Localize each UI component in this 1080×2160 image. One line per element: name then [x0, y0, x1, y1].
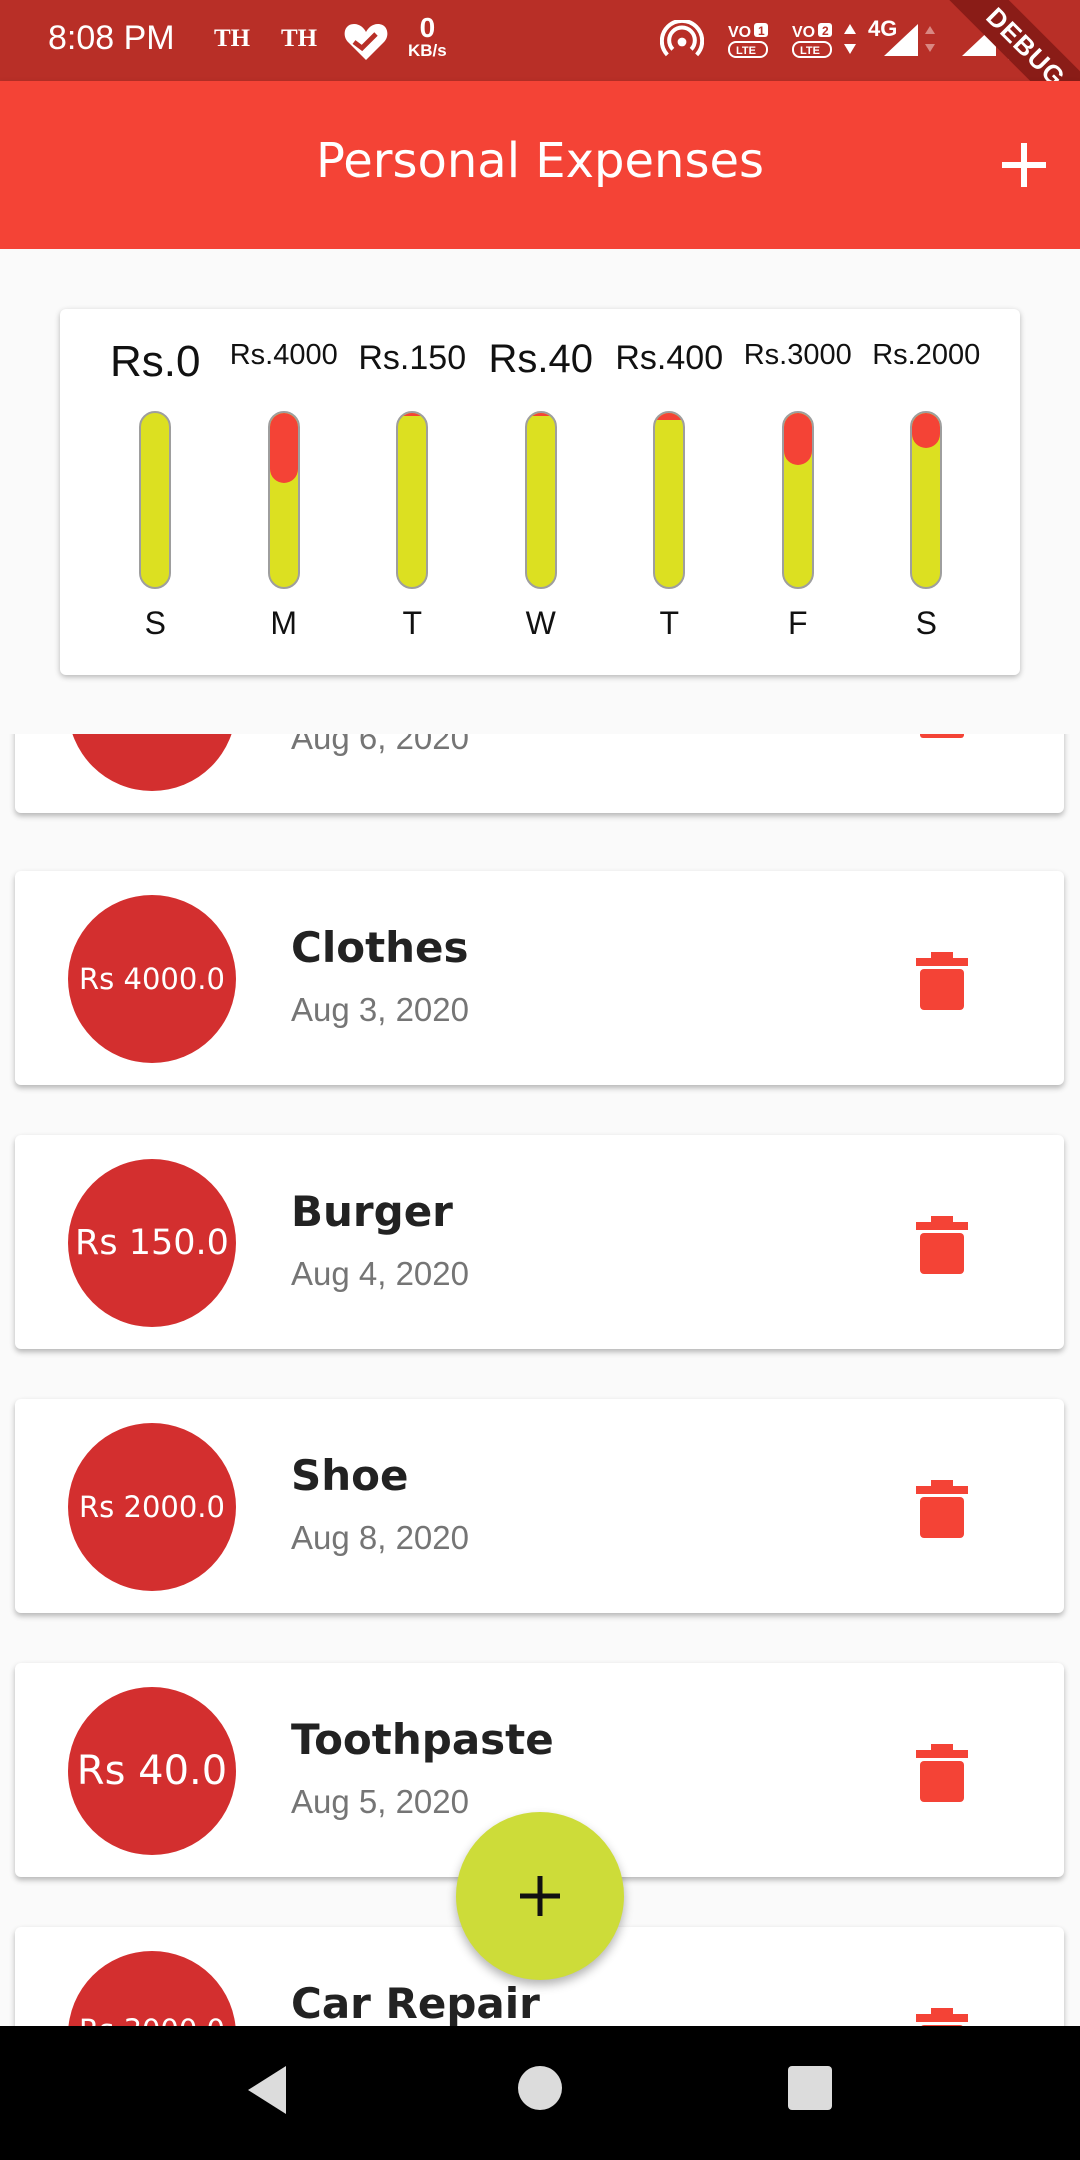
- chart-day-label: W: [525, 605, 556, 641]
- transaction-date: Aug 8, 2020: [291, 1519, 469, 1556]
- amount-avatar: [68, 734, 236, 791]
- chart-bar-track: [910, 411, 943, 589]
- svg-text:LTE: LTE: [800, 45, 820, 57]
- transaction-title: Toothpaste: [291, 1715, 554, 1764]
- volte-1-icon: VO 1 LTE: [728, 23, 768, 58]
- transaction-date: Aug 4, 2020: [291, 1255, 469, 1292]
- chart-bar-track: [653, 411, 686, 589]
- delete-icon[interactable]: [914, 1216, 970, 1274]
- amount-avatar: Rs 4000.0: [68, 895, 236, 1063]
- svg-text:2: 2: [822, 24, 829, 38]
- chart-day-label: F: [787, 605, 808, 641]
- chart-day-label: S: [915, 605, 937, 641]
- amount-avatar: Rs 150.0: [68, 1159, 236, 1327]
- volte-2-icon: VO 2 LTE: [792, 23, 832, 58]
- app-title: Personal Expenses: [315, 133, 764, 189]
- transaction-card: Rs 150.0 Burger Aug 4, 2020: [15, 1135, 1064, 1349]
- transaction-date: Aug 6, 2020: [291, 734, 469, 756]
- chart-bar-fill: [269, 413, 298, 483]
- carrier-label-2: TH: [281, 25, 318, 52]
- chart-day-label: T: [402, 605, 423, 641]
- transaction-title: Shoe: [291, 1451, 409, 1500]
- svg-text:LTE: LTE: [736, 45, 756, 57]
- heart-icon: [344, 24, 388, 60]
- chart-bar-track: [524, 411, 557, 589]
- delete-icon[interactable]: [914, 734, 970, 738]
- chart-bar-track: [396, 411, 429, 589]
- chart-day-label: T: [659, 605, 680, 641]
- transaction-card: Rs 4000.0 Clothes Aug 3, 2020: [15, 871, 1064, 1085]
- chart-bar-fill: [912, 413, 941, 448]
- chart-bar-fill: [398, 413, 427, 416]
- amount-avatar: Rs 3000.0: [68, 1951, 236, 2026]
- transaction-title: Burger: [291, 1187, 453, 1236]
- chart-bar-track: [781, 411, 814, 589]
- signal-1-icon: [884, 24, 918, 56]
- svg-text:VO: VO: [728, 24, 751, 41]
- add-transaction-button[interactable]: [994, 135, 1054, 195]
- chart-bar-track: [139, 411, 172, 589]
- chart-bar-fill: [783, 413, 812, 466]
- chart-day-label: S: [144, 605, 166, 641]
- data-arrows-icon: [844, 24, 856, 54]
- carrier-label-1: TH: [214, 25, 251, 52]
- add-fab-button[interactable]: [456, 1812, 624, 1980]
- delete-icon[interactable]: [914, 1480, 970, 1538]
- chart-bar-track: [267, 411, 300, 589]
- transaction-date: Aug 5, 2020: [291, 1783, 469, 1820]
- svg-text:1: 1: [758, 24, 765, 38]
- system-nav-bar: [0, 2026, 1080, 2160]
- svg-text:VO: VO: [792, 24, 815, 41]
- back-icon[interactable]: [242, 2060, 292, 2120]
- transaction-card: Rs 2000.0 Shoe Aug 8, 2020: [15, 1399, 1064, 1613]
- hotspot-icon: [660, 20, 704, 57]
- amount-avatar: Rs 40.0: [68, 1687, 236, 1855]
- delete-icon[interactable]: [914, 2008, 970, 2026]
- app-bar: Personal Expenses: [0, 81, 1080, 249]
- data-arrows-2-icon: [925, 26, 935, 52]
- transaction-title: Clothes: [291, 923, 469, 972]
- weekly-spending-chart: Rs.0 S Rs.4000 M Rs.150 T Rs.40 W Rs.400 T Rs.3000…: [60, 309, 1020, 675]
- transaction-title: Car Repair: [291, 1979, 540, 2026]
- chart-day-label: M: [270, 605, 298, 641]
- delete-icon[interactable]: [914, 1744, 970, 1802]
- transaction-card: Aug 6, 2020: [15, 734, 1064, 813]
- chart-amount-label: Rs.2000: [872, 339, 981, 371]
- network-speed: 0 KB/s: [408, 12, 447, 60]
- chart-bar-fill: [526, 413, 555, 416]
- delete-icon[interactable]: [914, 952, 970, 1010]
- recents-icon[interactable]: [786, 2064, 834, 2112]
- status-time: 8:08 PM: [48, 19, 175, 57]
- status-bar: 8:08 PM TH TH 0 KB/s VO 1 LTE VO 2 LTE 4…: [0, 0, 1080, 81]
- plus-icon: [520, 1876, 560, 1916]
- home-icon[interactable]: [516, 2064, 564, 2112]
- transaction-date: Aug 3, 2020: [291, 991, 469, 1028]
- chart-area: Rs.0 S Rs.4000 M Rs.150 T Rs.40 W Rs.400 T Rs.3000…: [0, 249, 1080, 734]
- amount-avatar: Rs 2000.0: [68, 1423, 236, 1591]
- chart-bar-fill: [655, 413, 684, 420]
